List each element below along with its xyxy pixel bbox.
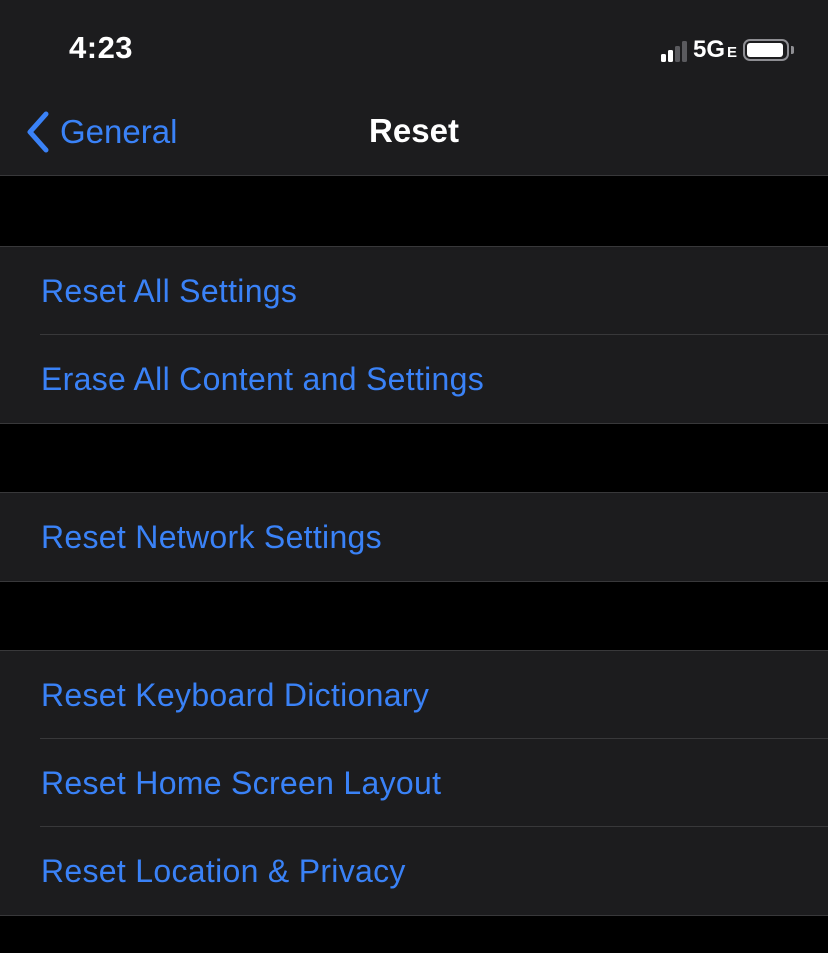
navigation-header: 4:23 5G E Reset General [0,0,828,176]
back-button-label: General [60,113,178,150]
reset-settings-screen: 4:23 5G E Reset General Reset All Settin… [0,0,828,953]
reset-group-other: Reset Keyboard Dictionary Reset Home Scr… [0,650,828,916]
row-label: Reset Home Screen Layout [41,764,442,801]
reset-home-screen-layout-row[interactable]: Reset Home Screen Layout [0,738,828,827]
status-time: 4:23 [69,30,134,65]
back-button[interactable]: General [24,110,177,154]
reset-location-privacy-row[interactable]: Reset Location & Privacy [0,826,828,915]
reset-group-network: Reset Network Settings [0,492,828,582]
row-label: Reset Keyboard Dictionary [41,676,430,713]
battery-tip [791,46,794,54]
row-label: Erase All Content and Settings [41,360,485,397]
network-type: 5G [692,36,725,63]
reset-keyboard-dictionary-row[interactable]: Reset Keyboard Dictionary [0,651,828,739]
reset-group-general: Reset All Settings Erase All Content and… [0,246,828,424]
row-label: Reset All Settings [41,272,298,309]
reset-all-settings-row[interactable]: Reset All Settings [0,247,828,335]
erase-all-content-row[interactable]: Erase All Content and Settings [0,334,828,423]
row-label: Reset Network Settings [41,518,382,555]
reset-network-settings-row[interactable]: Reset Network Settings [0,493,828,581]
battery-icon [743,39,789,61]
row-label: Reset Location & Privacy [41,852,406,889]
chevron-left-icon [27,111,49,153]
cellular-signal-icon [660,38,689,62]
network-type-suffix: E [726,43,737,61]
status-indicators: 5G E [660,36,794,64]
